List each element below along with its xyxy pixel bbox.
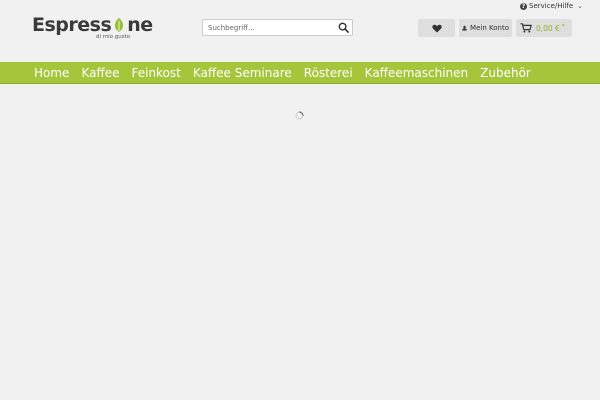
main-navigation: Home Kaffee Feinkost Kaffee Seminare Rös… — [0, 62, 600, 84]
cart-button[interactable]: 0,00 € * — [516, 19, 572, 37]
user-icon — [462, 25, 467, 31]
nav-item-feinkost[interactable]: Feinkost — [125, 62, 186, 84]
nav-item-kaffee-seminare[interactable]: Kaffee Seminare — [187, 62, 298, 84]
heart-icon — [431, 24, 442, 32]
account-label: Mein Konto — [470, 24, 509, 32]
service-help-menu[interactable]: ? Service/Hilfe ⌄ — [520, 2, 583, 10]
nav-item-home[interactable]: Home — [28, 62, 75, 84]
search-box — [202, 19, 353, 36]
nav-item-kaffee[interactable]: Kaffee — [75, 62, 125, 84]
shopping-cart-icon — [520, 23, 532, 33]
nav-item-kaffeemaschinen[interactable]: Kaffeemaschinen — [359, 62, 474, 84]
service-help-label: Service/Hilfe — [529, 2, 574, 10]
loading-spinner-icon — [295, 111, 304, 120]
cart-amount: 0,00 € — [536, 23, 560, 33]
search-input[interactable] — [203, 20, 338, 35]
leaf-icon — [115, 18, 124, 32]
site-logo[interactable]: Espress ne di mio gusto — [32, 14, 153, 44]
logo-subtitle: di mio gusto — [96, 34, 131, 40]
search-icon[interactable] — [338, 22, 349, 33]
cart-price-asterisk: * — [561, 22, 565, 30]
logo-wordmark: Espress ne — [32, 14, 153, 36]
chevron-down-icon: ⌄ — [577, 2, 584, 10]
wishlist-button[interactable] — [418, 19, 455, 37]
nav-item-roesterei[interactable]: Rösterei — [298, 62, 359, 84]
nav-item-zubehoer[interactable]: Zubehör — [474, 62, 537, 84]
question-circle-icon: ? — [520, 2, 527, 10]
account-button[interactable]: Mein Konto — [459, 19, 512, 37]
